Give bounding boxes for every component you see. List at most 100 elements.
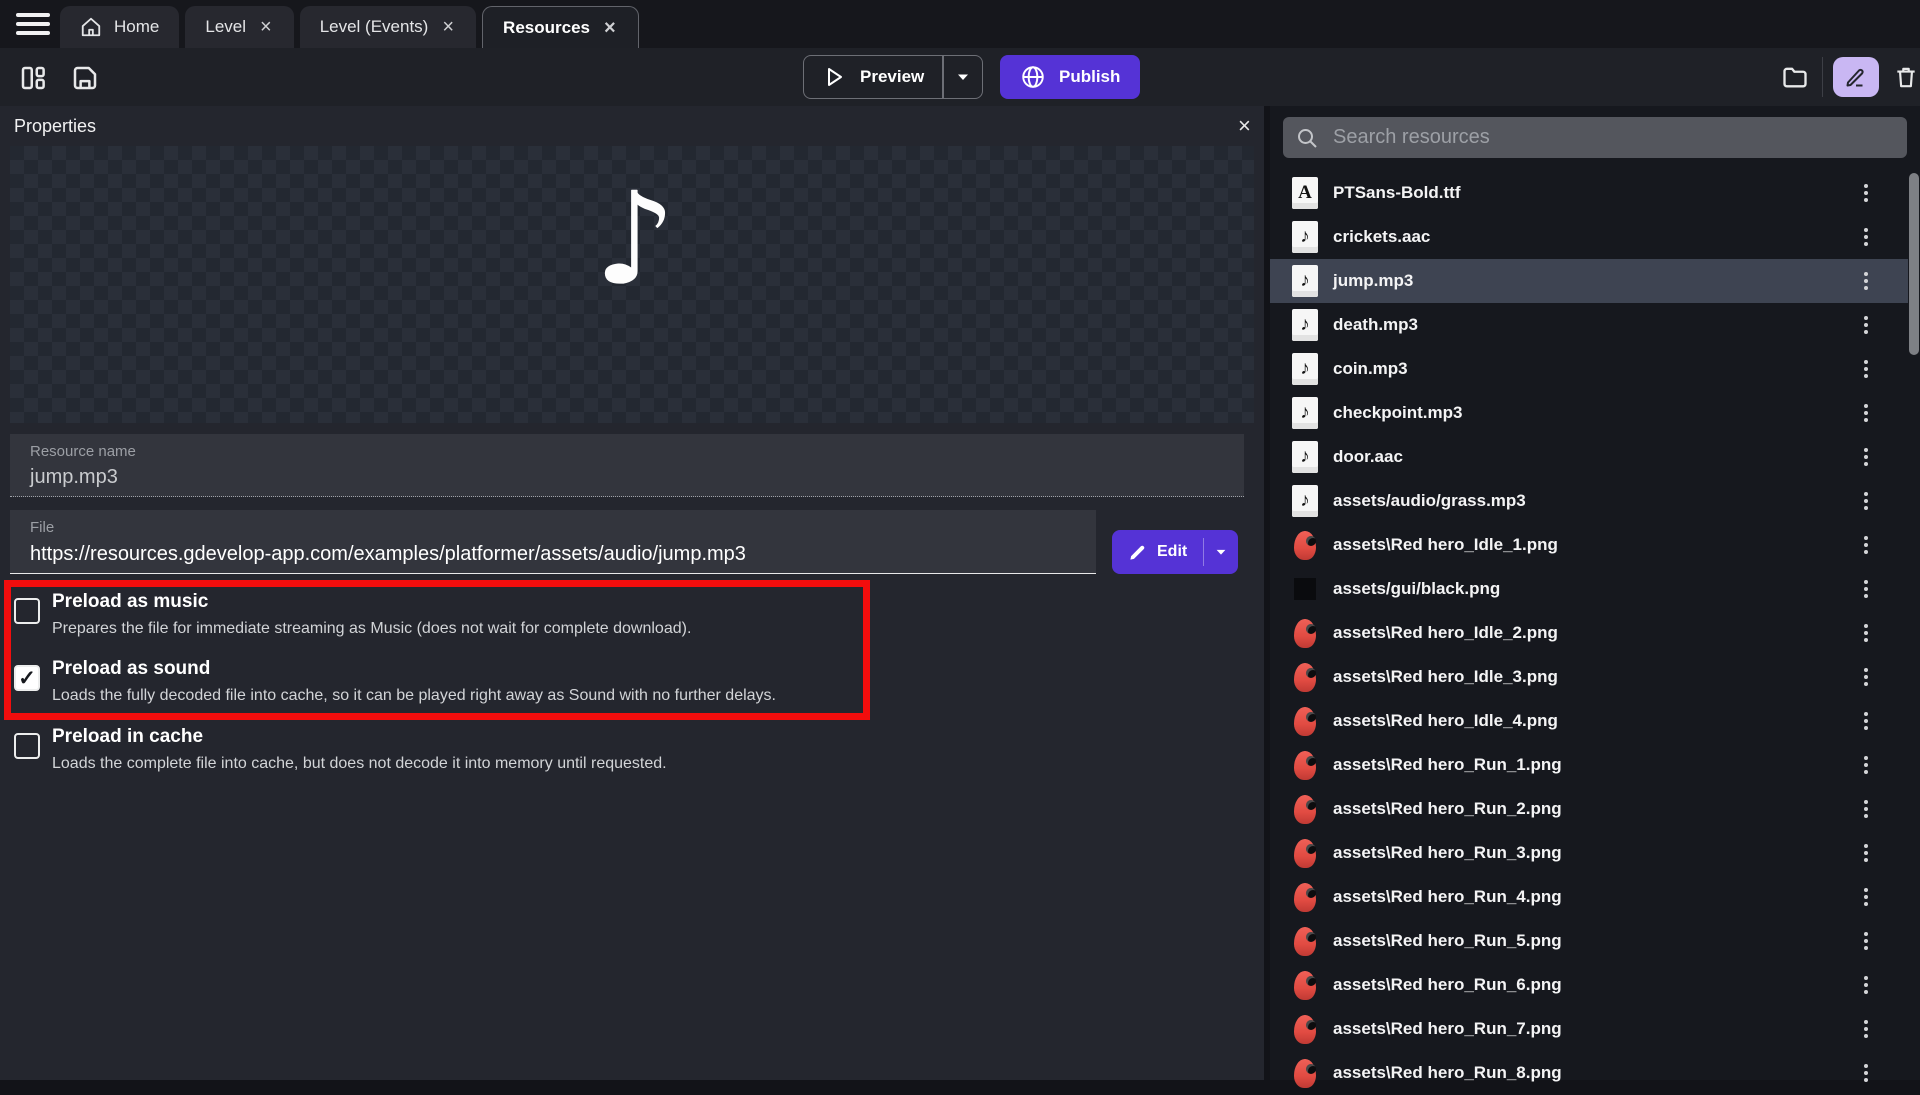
preview-button-main[interactable]: Preview (804, 65, 942, 89)
resource-row[interactable]: assets\Red hero_Run_6.png (1270, 963, 1908, 1007)
preload-in-cache-checkbox[interactable]: ✓ (14, 733, 40, 759)
save-button[interactable] (68, 61, 102, 95)
option-title: Preload as sound (52, 658, 1014, 680)
resources-panel: A PTSans-Bold.ttf ♪ crickets.aac ♪ jump.… (1270, 106, 1920, 1080)
row-menu-kebab-icon[interactable] (1860, 221, 1872, 253)
resource-row[interactable]: assets\Red hero_Run_3.png (1270, 831, 1908, 875)
row-menu-kebab-icon[interactable] (1860, 1013, 1872, 1045)
save-icon (70, 63, 100, 93)
file-field[interactable]: File https://resources.gdevelop-app.com/… (10, 510, 1096, 574)
resource-row[interactable]: assets\Red hero_Idle_2.png (1270, 611, 1908, 655)
toolbar: Preview Publish (0, 48, 1920, 106)
resource-name: assets\Red hero_Idle_1.png (1333, 535, 1558, 555)
image-file-icon (1292, 793, 1318, 825)
row-menu-kebab-icon[interactable] (1860, 485, 1872, 517)
image-file-icon (1292, 969, 1318, 1001)
row-menu-kebab-icon[interactable] (1860, 793, 1872, 825)
resource-row[interactable]: assets\Red hero_Idle_1.png (1270, 523, 1908, 567)
resource-row[interactable]: assets\Red hero_Idle_3.png (1270, 655, 1908, 699)
image-file-icon (1292, 881, 1318, 913)
row-menu-kebab-icon[interactable] (1860, 881, 1872, 913)
resource-name-label: Resource name (30, 443, 1224, 460)
row-menu-kebab-icon[interactable] (1860, 1057, 1872, 1089)
resource-row[interactable]: assets\Red hero_Run_2.png (1270, 787, 1908, 831)
scrollbar-thumb[interactable] (1909, 173, 1919, 355)
row-menu-kebab-icon[interactable] (1860, 573, 1872, 605)
file-value[interactable]: https://resources.gdevelop-app.com/examp… (30, 543, 1076, 566)
preload-as-music-checkbox[interactable]: ✓ (14, 598, 40, 624)
edit-file-button[interactable]: Edit (1112, 530, 1238, 574)
resource-row[interactable]: assets\Red hero_Run_5.png (1270, 919, 1908, 963)
resource-row[interactable]: assets\Red hero_Run_4.png (1270, 875, 1908, 919)
play-icon (822, 65, 846, 89)
sprite-eye (1306, 976, 1316, 986)
resource-row[interactable]: ♪ assets/audio/grass.mp3 (1270, 479, 1908, 523)
edit-mode-button[interactable] (1833, 57, 1879, 97)
row-menu-kebab-icon[interactable] (1860, 749, 1872, 781)
image-file-icon (1292, 705, 1318, 737)
resource-name-field[interactable]: Resource name jump.mp3 (10, 434, 1244, 497)
edit-dropdown-button[interactable] (1204, 545, 1238, 559)
menu-hamburger-icon[interactable] (16, 13, 50, 35)
resource-name: coin.mp3 (1333, 359, 1408, 379)
resource-row[interactable]: assets\Red hero_Run_1.png (1270, 743, 1908, 787)
tab-home[interactable]: Home (60, 6, 179, 48)
resource-row[interactable]: ♪ door.aac (1270, 435, 1908, 479)
resource-row[interactable]: ♪ crickets.aac (1270, 215, 1908, 259)
resource-row[interactable]: assets/gui/black.png (1270, 567, 1908, 611)
resource-name: assets/audio/grass.mp3 (1333, 491, 1526, 511)
search-bar[interactable] (1283, 117, 1907, 158)
audio-file-icon: ♪ (1292, 397, 1318, 429)
preload-as-sound-checkbox[interactable]: ✓ (14, 665, 40, 691)
layout-icon (18, 63, 48, 93)
image-file-icon (1292, 925, 1318, 957)
row-menu-kebab-icon[interactable] (1860, 309, 1872, 341)
resource-row[interactable]: ♪ checkpoint.mp3 (1270, 391, 1908, 435)
row-menu-kebab-icon[interactable] (1860, 177, 1872, 209)
tab-resources[interactable]: Resources × (482, 6, 639, 48)
row-menu-kebab-icon[interactable] (1860, 397, 1872, 429)
resource-name: assets/gui/black.png (1333, 579, 1500, 599)
tab-level-events[interactable]: Level (Events) × (300, 6, 476, 48)
image-file-icon (1292, 1013, 1318, 1045)
resource-name-value[interactable]: jump.mp3 (30, 466, 1224, 489)
resource-row[interactable]: ♪ death.mp3 (1270, 303, 1908, 347)
open-folder-button[interactable] (1778, 60, 1812, 94)
resource-row[interactable]: assets\Red hero_Idle_4.png (1270, 699, 1908, 743)
preview-button[interactable]: Preview (803, 55, 983, 99)
row-menu-kebab-icon[interactable] (1860, 705, 1872, 737)
preview-dropdown-button[interactable] (944, 69, 982, 85)
publish-button[interactable]: Publish (1000, 55, 1140, 99)
resource-row[interactable]: ♪ jump.mp3 (1270, 259, 1908, 303)
option-title: Preload as music (52, 591, 1014, 613)
tab-level[interactable]: Level × (185, 6, 293, 48)
resource-row[interactable]: ♪ coin.mp3 (1270, 347, 1908, 391)
search-input[interactable] (1331, 125, 1895, 150)
row-menu-kebab-icon[interactable] (1860, 441, 1872, 473)
row-menu-kebab-icon[interactable] (1860, 617, 1872, 649)
row-menu-kebab-icon[interactable] (1860, 837, 1872, 869)
row-menu-kebab-icon[interactable] (1860, 265, 1872, 297)
row-menu-kebab-icon[interactable] (1860, 969, 1872, 1001)
delete-button[interactable] (1889, 60, 1920, 94)
edit-file-button-main[interactable]: Edit (1112, 543, 1203, 562)
row-menu-kebab-icon[interactable] (1860, 661, 1872, 693)
resource-name: assets\Red hero_Run_1.png (1333, 755, 1562, 775)
resource-row[interactable]: A PTSans-Bold.ttf (1270, 171, 1908, 215)
close-tab-icon[interactable]: × (258, 17, 274, 37)
row-menu-kebab-icon[interactable] (1860, 925, 1872, 957)
image-file-icon (1292, 661, 1318, 693)
sprite-eye (1306, 624, 1316, 634)
resource-row[interactable]: assets\Red hero_Run_8.png (1270, 1051, 1908, 1095)
option-preload-as-music: ✓ Preload as music Prepares the file for… (14, 591, 1014, 638)
tab-label: Resources (503, 18, 590, 38)
close-tab-icon[interactable]: × (602, 18, 618, 38)
row-menu-kebab-icon[interactable] (1860, 529, 1872, 561)
close-tab-icon[interactable]: × (440, 17, 456, 37)
image-file-icon (1292, 573, 1318, 605)
red-hero-sprite (1294, 663, 1316, 692)
layout-panels-button[interactable] (16, 61, 50, 95)
resource-row[interactable]: assets\Red hero_Run_7.png (1270, 1007, 1908, 1051)
close-properties-icon[interactable]: × (1232, 113, 1257, 139)
row-menu-kebab-icon[interactable] (1860, 353, 1872, 385)
